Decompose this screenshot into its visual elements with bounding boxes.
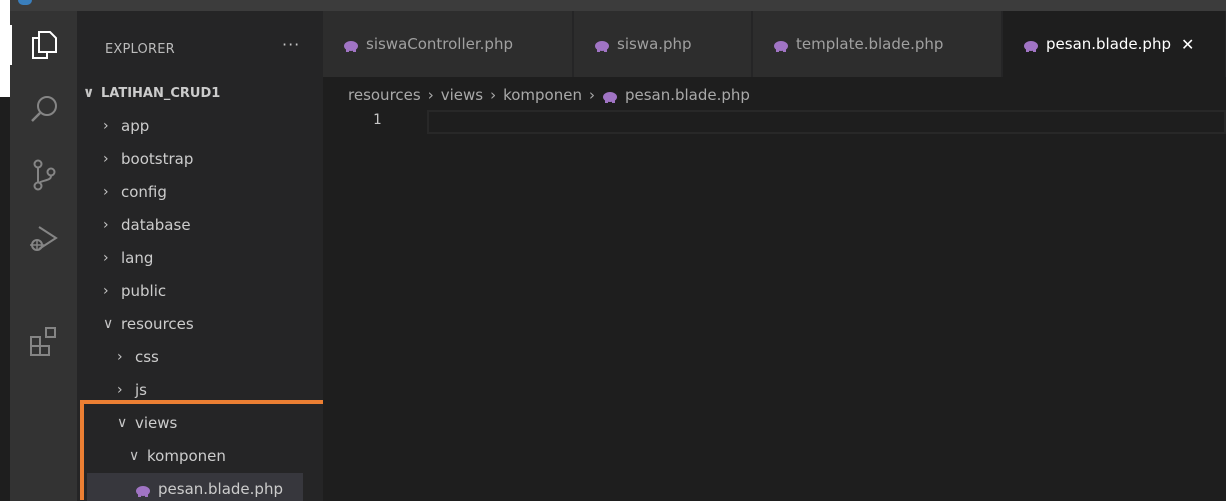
more-actions-button[interactable]: ··· bbox=[282, 35, 300, 54]
tree-folder-database[interactable]: › database bbox=[77, 209, 349, 241]
tree-folder-css[interactable]: › css bbox=[77, 341, 363, 373]
tree-folder-app[interactable]: › app bbox=[77, 110, 349, 142]
chevron-right-icon: › bbox=[103, 250, 109, 266]
tree-folder-bootstrap[interactable]: › bootstrap bbox=[77, 143, 349, 175]
search-icon[interactable] bbox=[10, 87, 77, 131]
editor-tab-bar: siswaController.php siswa.php template.b… bbox=[323, 11, 1226, 77]
explorer-title: EXPLORER bbox=[105, 42, 175, 57]
tree-file-pesan-blade[interactable]: pesan.blade.php bbox=[87, 473, 303, 501]
chevron-right-icon: › bbox=[103, 151, 109, 167]
tree-label: bootstrap bbox=[121, 150, 194, 168]
breadcrumb-item-komponen[interactable]: komponen bbox=[503, 86, 582, 104]
tree-label: resources bbox=[121, 315, 194, 333]
tab-label: siswa.php bbox=[617, 35, 692, 53]
breadcrumb-item-views[interactable]: views bbox=[441, 86, 483, 104]
chevron-right-icon: › bbox=[103, 184, 109, 200]
chevron-right-icon: › bbox=[103, 118, 109, 134]
php-elephant-icon bbox=[773, 38, 789, 52]
tree-folder-views[interactable]: ∨ views bbox=[77, 407, 363, 439]
chevron-down-icon: ∨ bbox=[83, 85, 95, 101]
tree-label: pesan.blade.php bbox=[158, 480, 283, 498]
php-elephant-icon bbox=[602, 89, 618, 103]
chevron-down-icon: ∨ bbox=[129, 448, 140, 464]
extensions-icon[interactable] bbox=[10, 319, 77, 363]
breadcrumb-item-resources[interactable]: resources bbox=[348, 86, 421, 104]
sidebar-header: EXPLORER ··· bbox=[77, 11, 323, 77]
tree-label: views bbox=[135, 414, 178, 432]
tree-label: komponen bbox=[147, 447, 226, 465]
chevron-right-icon: › bbox=[117, 382, 123, 398]
tab-label: template.blade.php bbox=[796, 35, 944, 53]
source-control-icon[interactable] bbox=[10, 153, 77, 197]
run-debug-icon[interactable] bbox=[10, 217, 77, 261]
tree-label: app bbox=[121, 117, 150, 135]
tree-label: public bbox=[121, 282, 167, 300]
tree-folder-resources[interactable]: ∨ resources bbox=[77, 308, 349, 340]
tab-label: pesan.blade.php bbox=[1046, 35, 1171, 53]
tab-label: siswaController.php bbox=[366, 35, 513, 53]
tree-label: LATIHAN_CRUD1 bbox=[101, 85, 221, 101]
activity-bar bbox=[10, 11, 77, 501]
tab-pesan-blade[interactable]: pesan.blade.php ✕ bbox=[1003, 11, 1226, 77]
tree-label: js bbox=[135, 381, 147, 399]
tree-label: config bbox=[121, 183, 167, 201]
code-editor[interactable]: 1 bbox=[323, 110, 1226, 501]
chevron-right-icon: › bbox=[103, 283, 109, 299]
vscode-window: EXPLORER ··· ∨ LATIHAN_CRUD1 › app › boo… bbox=[0, 0, 1226, 501]
chevron-right-icon: › bbox=[103, 217, 109, 233]
tab-template-blade[interactable]: template.blade.php bbox=[753, 11, 1002, 77]
explorer-files-icon[interactable] bbox=[10, 23, 77, 67]
php-elephant-icon bbox=[135, 483, 151, 497]
tree-label: database bbox=[121, 216, 191, 234]
window-edge bbox=[0, 0, 10, 97]
tree-folder-public[interactable]: › public bbox=[77, 275, 349, 307]
chevron-down-icon: ∨ bbox=[117, 415, 128, 431]
explorer-sidebar: EXPLORER ··· ∨ LATIHAN_CRUD1 › app › boo… bbox=[77, 11, 323, 501]
chevron-right-icon: › bbox=[427, 86, 434, 104]
tree-folder-root[interactable]: ∨ LATIHAN_CRUD1 bbox=[77, 77, 329, 109]
chevron-right-icon: › bbox=[588, 86, 595, 104]
current-line-highlight bbox=[427, 110, 1226, 134]
title-bar bbox=[0, 0, 1226, 11]
tab-siswacontroller[interactable]: siswaController.php bbox=[323, 11, 573, 77]
php-elephant-icon bbox=[1023, 38, 1039, 52]
tab-siswa[interactable]: siswa.php bbox=[574, 11, 752, 77]
php-elephant-icon bbox=[594, 38, 610, 52]
tree-label: lang bbox=[121, 249, 154, 267]
breadcrumb-item-file[interactable]: pesan.blade.php bbox=[625, 86, 750, 104]
line-number: 1 bbox=[373, 112, 382, 128]
close-icon[interactable]: ✕ bbox=[1181, 35, 1194, 54]
php-elephant-icon bbox=[343, 38, 359, 52]
chevron-right-icon: › bbox=[117, 349, 123, 365]
chevron-down-icon: ∨ bbox=[103, 316, 114, 332]
tree-label: css bbox=[135, 348, 159, 366]
tree-folder-lang[interactable]: › lang bbox=[77, 242, 349, 274]
breadcrumb: resources › views › komponen › pesan.bla… bbox=[348, 82, 750, 108]
chevron-right-icon: › bbox=[490, 86, 497, 104]
tree-folder-config[interactable]: › config bbox=[77, 176, 349, 208]
tree-folder-js[interactable]: › js bbox=[77, 374, 363, 406]
